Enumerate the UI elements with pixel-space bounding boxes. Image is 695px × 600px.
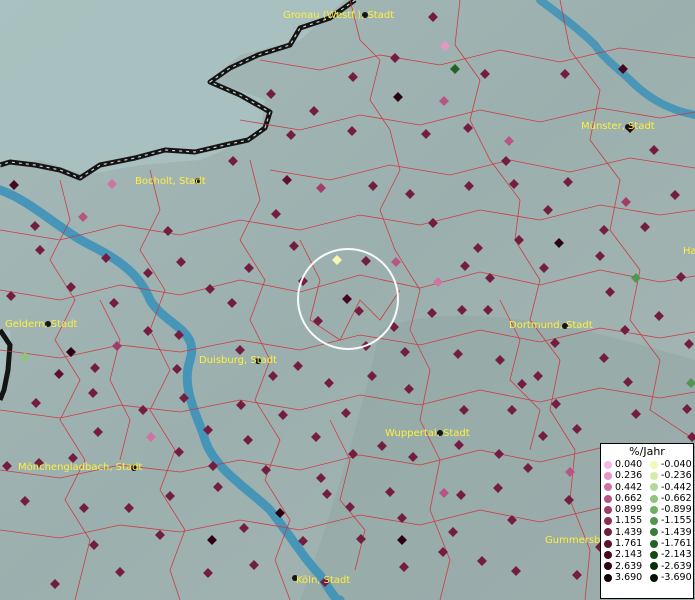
legend-positive-column: 0.040 0.236 0.442 0.662 0.899 1.155 1.439 1.761… — [601, 459, 647, 583]
legend-swatch — [604, 505, 612, 514]
legend-value: -2.143 — [661, 549, 692, 561]
legend-value: 1.761 — [615, 538, 643, 550]
legend-title: %/Jahr — [629, 445, 665, 458]
legend-value: -0.662 — [661, 492, 692, 504]
legend-swatch — [650, 551, 658, 560]
legend-row-negative: -0.236 — [647, 470, 693, 481]
legend-value: -0.040 — [661, 459, 692, 470]
legend-value: 0.236 — [615, 470, 643, 482]
legend-value: -0.899 — [661, 504, 692, 516]
legend-swatch — [650, 494, 658, 503]
city-label-dortmund[interactable]: Dortmund, Stadt — [509, 320, 593, 331]
legend-swatch — [650, 562, 658, 571]
legend-row-negative: -3.690 — [647, 572, 693, 583]
city-label-bocholt[interactable]: Bocholt, Stadt — [135, 176, 206, 187]
legend-row-negative: -2.639 — [647, 561, 693, 572]
legend-value: 0.442 — [615, 481, 643, 493]
legend-value: 0.040 — [615, 459, 643, 470]
city-label-gummersbach[interactable]: Gummersb — [545, 535, 600, 546]
legend-row-positive: 0.442 — [601, 482, 647, 493]
map-canvas[interactable]: Gronau (Westf.), Stadt Münster, Stadt Bo… — [0, 0, 695, 600]
city-label-wuppertal[interactable]: Wuppertal, Stadt — [385, 428, 470, 439]
city-label-geldern[interactable]: Geldern, Stadt — [5, 319, 78, 330]
city-label-koeln[interactable]: Köln, Stadt — [296, 575, 350, 586]
legend-value: -0.442 — [661, 481, 692, 493]
city-label-muenster[interactable]: Münster, Stadt — [581, 121, 655, 132]
legend-value: 0.662 — [615, 492, 643, 504]
legend-row-positive: 0.662 — [601, 493, 647, 504]
legend-value: -3.690 — [661, 571, 692, 583]
legend-row-negative: -1.155 — [647, 515, 693, 526]
legend-swatch — [604, 460, 612, 469]
city-label-moenchengladbach[interactable]: Mönchengladbach, Stadt — [18, 462, 142, 473]
legend-row-positive: 1.155 — [601, 515, 647, 526]
city-label-hamm[interactable]: Ha — [683, 246, 695, 257]
legend-value: -1.439 — [661, 526, 692, 538]
legend-row-positive: 1.761 — [601, 538, 647, 549]
legend-swatch — [650, 505, 658, 514]
legend-swatch — [604, 539, 612, 548]
city-label-gronau[interactable]: Gronau (Westf.), Stadt — [283, 10, 394, 21]
legend-value: 1.439 — [615, 526, 643, 538]
legend-swatch — [604, 483, 612, 492]
legend-swatch — [604, 528, 612, 537]
legend-swatch — [604, 494, 612, 503]
legend-row-positive: 0.040 — [601, 459, 647, 470]
legend-swatch — [604, 517, 612, 526]
legend-row-negative: -0.442 — [647, 482, 693, 493]
legend-row-positive: 1.439 — [601, 527, 647, 538]
legend-row-negative: -0.899 — [647, 504, 693, 515]
legend-swatch — [650, 460, 658, 469]
legend-swatch — [650, 539, 658, 548]
legend-negative-column: -0.040 -0.236 -0.442 -0.662 -0.899 -1.155 -1.4… — [647, 459, 693, 583]
legend-swatch — [650, 517, 658, 526]
legend-value: 1.155 — [615, 515, 643, 527]
city-label-duisburg[interactable]: Duisburg, Stadt — [199, 355, 277, 366]
legend-row-negative: -0.040 — [647, 459, 693, 470]
legend-value: 0.899 — [615, 504, 643, 516]
legend-row-positive: 0.899 — [601, 504, 647, 515]
legend-swatch — [650, 573, 658, 582]
legend-row-positive: 3.690 — [601, 572, 647, 583]
legend-value: -1.761 — [661, 538, 692, 550]
legend-row-negative: -0.662 — [647, 493, 693, 504]
legend-swatch — [604, 573, 612, 582]
legend-row-negative: -1.439 — [647, 527, 693, 538]
legend-row-negative: -2.143 — [647, 549, 693, 560]
legend-value: -2.639 — [661, 560, 692, 572]
legend-value: -0.236 — [661, 470, 692, 482]
legend-value: -1.155 — [661, 515, 692, 527]
legend-value: 3.690 — [615, 571, 643, 583]
legend-swatch — [604, 551, 612, 560]
legend-value: 2.143 — [615, 549, 643, 561]
legend-row-negative: -1.761 — [647, 538, 693, 549]
legend-swatch — [650, 528, 658, 537]
legend-row-positive: 2.639 — [601, 561, 647, 572]
legend-row-positive: 2.143 — [601, 549, 647, 560]
legend-swatch — [604, 562, 612, 571]
legend-value: 2.639 — [615, 560, 643, 572]
legend-swatch — [650, 471, 658, 480]
legend: %/Jahr 0.040 0.236 0.442 0.662 0.899 1.155 1.4… — [600, 443, 694, 599]
legend-row-positive: 0.236 — [601, 470, 647, 481]
legend-swatch — [650, 483, 658, 492]
legend-swatch — [604, 471, 612, 480]
